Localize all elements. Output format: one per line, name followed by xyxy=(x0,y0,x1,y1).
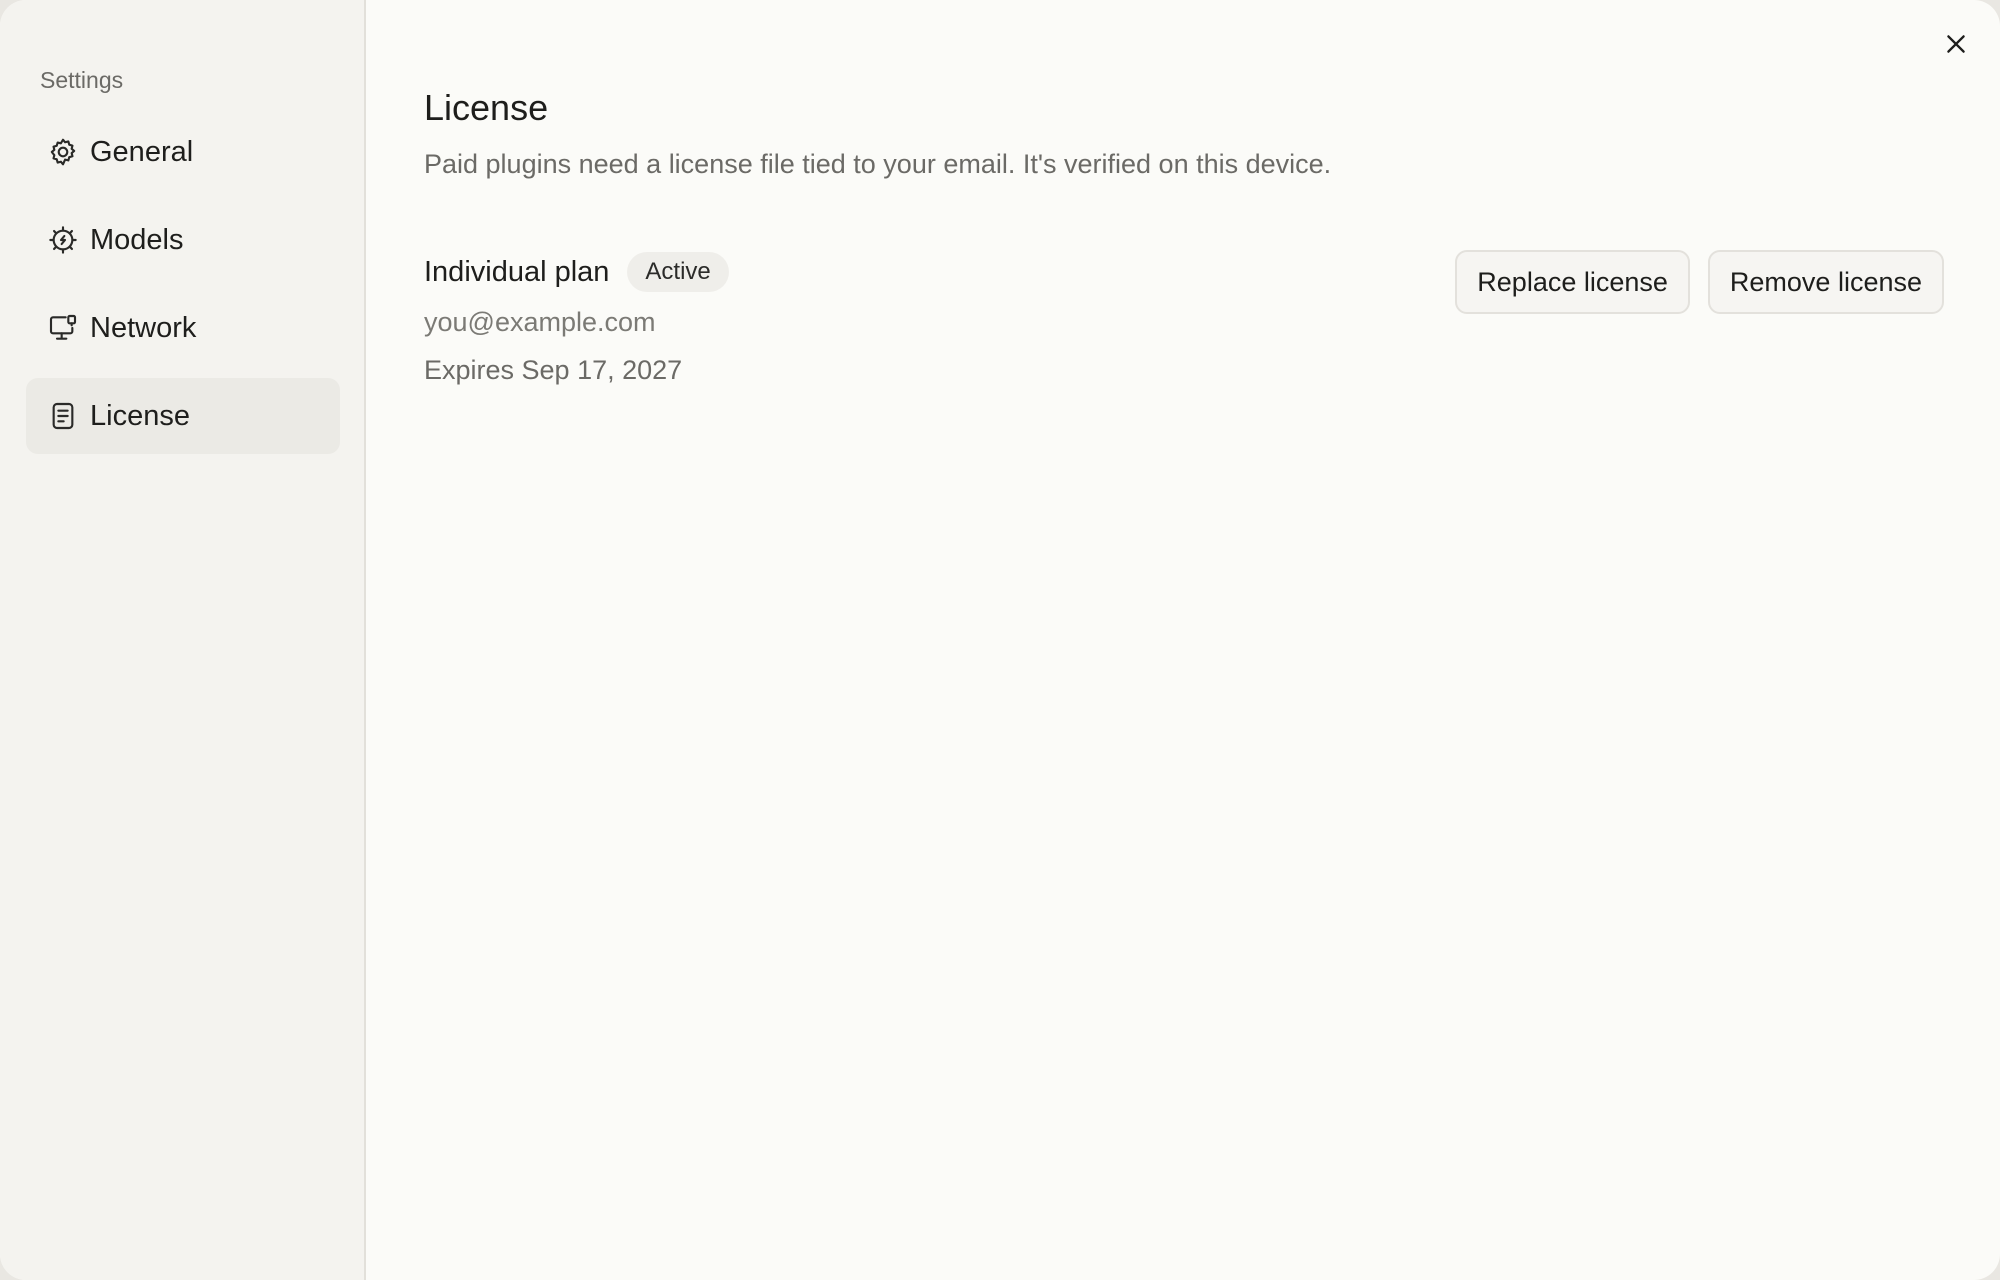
license-actions: Replace license Remove license xyxy=(1455,250,1944,314)
sidebar-item-license[interactable]: License xyxy=(26,378,340,454)
sidebar-item-label: Network xyxy=(90,311,197,344)
replace-license-button[interactable]: Replace license xyxy=(1455,250,1690,314)
sidebar-title: Settings xyxy=(40,67,124,93)
settings-content: License Paid plugins need a license file… xyxy=(366,0,2000,1280)
status-badge: Active xyxy=(627,252,729,292)
sidebar-item-models[interactable]: Models xyxy=(26,202,340,278)
remove-license-button[interactable]: Remove license xyxy=(1707,250,1944,314)
monitor-network-icon xyxy=(46,311,80,345)
close-icon xyxy=(1947,35,1965,53)
sidebar-item-label: General xyxy=(90,135,194,168)
license-expiry: Expires Sep 17, 2027 xyxy=(424,355,683,385)
close-button[interactable] xyxy=(1938,26,1974,62)
sidebar-item-label: Models xyxy=(90,223,184,256)
sidebar-item-label: License xyxy=(90,399,190,432)
page-description: Paid plugins need a license file tied to… xyxy=(424,149,1332,179)
settings-window: Settings General Models Network License … xyxy=(0,0,2000,1280)
license-details: Individual plan Active you@example.com E… xyxy=(424,250,2000,410)
page-title: License xyxy=(424,87,549,128)
plan-name: Individual plan xyxy=(424,255,610,288)
settings-sidebar: Settings General Models Network License xyxy=(0,0,366,1280)
chip-icon xyxy=(46,223,80,257)
gear-icon xyxy=(46,135,80,169)
sidebar-item-network[interactable]: Network xyxy=(26,290,340,366)
sidebar-item-general[interactable]: General xyxy=(26,114,340,190)
document-icon xyxy=(46,399,80,433)
